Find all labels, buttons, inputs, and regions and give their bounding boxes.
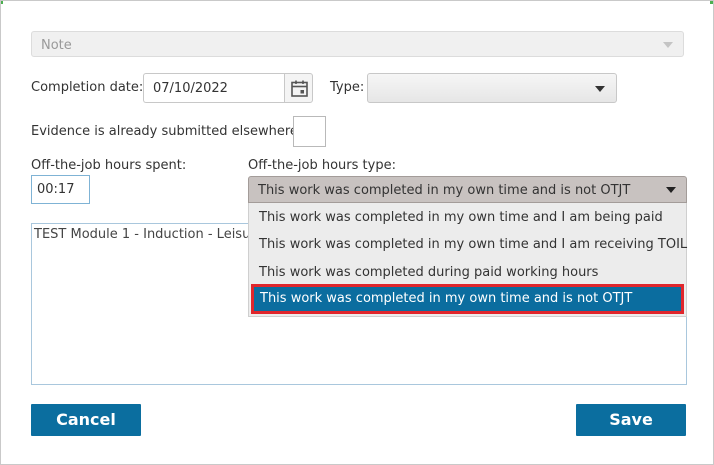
note-select-value: Note [41,38,72,53]
description-value: TEST Module 1 - Induction - Leisure [34,227,264,242]
dropdown-option-label: This work was completed in my own time a… [260,291,633,306]
chevron-down-icon [666,187,676,193]
chevron-down-icon [663,42,673,48]
completion-date-value: 07/10/2022 [153,81,228,96]
hours-type-select[interactable]: This work was completed in my own time a… [248,176,687,203]
dialog: Note Completion date: 07/10/2022 Type: E… [0,0,714,465]
dropdown-option[interactable]: This work was completed in my own time a… [249,231,688,258]
hours-spent-value: 00:17 [37,182,75,197]
dropdown-option-label: This work was completed in my own time a… [259,210,663,225]
dropdown-option-selected[interactable]: This work was completed in my own time a… [251,284,684,314]
calendar-icon [291,80,308,97]
hours-type-label: Off-the-job hours type: [248,158,396,173]
save-button[interactable]: Save [576,404,686,436]
edge-mark-top-right [710,1,713,4]
evidence-checkbox[interactable] [293,116,326,147]
completion-date-input[interactable]: 07/10/2022 [143,73,285,103]
dropdown-option-label: This work was completed in my own time a… [259,237,688,252]
dropdown-option[interactable]: This work was completed during paid work… [249,259,686,286]
edge-mark-top-left [1,1,3,4]
hours-spent-label: Off-the-job hours spent: [31,158,187,173]
hours-spent-input[interactable]: 00:17 [31,175,90,204]
completion-date-label: Completion date: [31,80,144,95]
calendar-button[interactable] [284,73,313,103]
hours-type-selected-value: This work was completed in my own time a… [258,183,631,198]
hours-type-dropdown-list: This work was completed in my own time a… [248,203,687,317]
dropdown-option[interactable]: This work was completed in my own time a… [249,204,686,231]
type-select[interactable] [367,73,617,103]
type-label: Type: [330,80,365,95]
chevron-down-icon [595,86,605,92]
cancel-button[interactable]: Cancel [31,404,141,436]
note-select[interactable]: Note [31,31,684,57]
dropdown-option-label: This work was completed during paid work… [259,265,599,280]
evidence-label: Evidence is already submitted elsewhere: [31,124,303,139]
